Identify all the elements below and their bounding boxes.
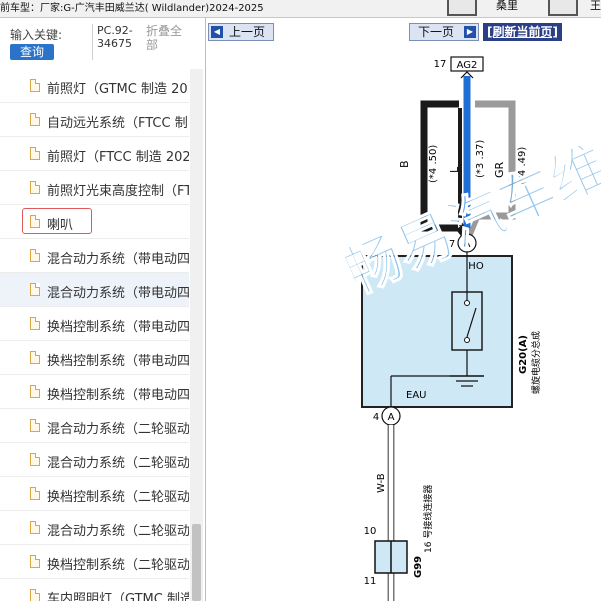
pin-17-label: 17: [434, 59, 447, 70]
pin-11-label: 11: [364, 576, 377, 587]
terminal-ho: HO: [468, 261, 484, 272]
tree-item[interactable]: 混合动力系统（带电动四: [0, 239, 189, 273]
tree-item-label: 混合动力系统（二轮驱动: [47, 422, 189, 437]
document-icon: [30, 283, 40, 296]
document-icon: [30, 521, 40, 534]
tree-item[interactable]: 换档控制系统（带电动四: [0, 375, 189, 409]
splice-a-bottom-label: A: [388, 412, 395, 423]
left-panel: 输入关键: 查询 PC.92-34675 折叠全部 前照灯（GTMC 制造 20…: [0, 18, 206, 601]
document-icon: [30, 249, 40, 262]
switch-contact-top: [464, 300, 470, 306]
tree-item-label: 前照灯（GTMC 制造 20: [47, 82, 188, 97]
document-icon: [30, 147, 40, 160]
component-name: 螺旋电缆分总成: [530, 331, 542, 394]
tree-item-label: 换档控制系统（带电动四: [47, 320, 189, 335]
document-icon: [30, 351, 40, 364]
arrow-left-icon: ◀: [211, 26, 223, 38]
document-icon: [30, 181, 40, 194]
tree-item-label: 混合动力系统（带电动四: [47, 286, 189, 301]
search-button[interactable]: 查询: [10, 44, 54, 60]
tree-item[interactable]: 自动远光系统（FTCC 制: [0, 103, 189, 137]
tree-item[interactable]: 换档控制系统（带电动四: [0, 341, 189, 375]
connector-g99-label: G99: [413, 556, 424, 578]
tree-item-label: 混合动力系统（带电动四: [47, 252, 189, 267]
next-page-button[interactable]: 下一页 ▶: [409, 23, 479, 41]
tree-item[interactable]: 换档控制系统（二轮驱动: [0, 477, 189, 511]
toolbar-button-2[interactable]: [548, 0, 578, 16]
document-icon: [30, 487, 40, 500]
tree-item-label: 换档控制系统（二轮驱动: [47, 490, 189, 505]
tree-item[interactable]: 前照灯（FTCC 制造 202: [0, 137, 189, 171]
tree-item[interactable]: 车内照明灯（GTMC 制造: [0, 579, 189, 601]
tree-item[interactable]: 混合动力系统（二轮驱动: [0, 409, 189, 443]
prev-page-label: 上一页: [229, 25, 266, 39]
toolbar-label-2[interactable]: 王: [590, 0, 601, 14]
toolbar-button-1[interactable]: [447, 0, 477, 16]
diagram-panel: AG2 17 B (*4 .50) L (*3 .37) GR (*4 .49)…: [206, 18, 601, 601]
terminal-eau: EAU: [406, 390, 426, 401]
tree-item-label: 前照灯光束高度控制（FT: [47, 184, 189, 199]
document-icon: [30, 453, 40, 466]
document-icon: [30, 79, 40, 92]
tree-list: 前照灯（GTMC 制造 20 自动远光系统（FTCC 制前照灯（FTCC 制造 2…: [0, 69, 189, 601]
tree-item[interactable]: 前照灯（GTMC 制造 20: [0, 69, 189, 103]
refresh-page-button[interactable]: [刷新当前页]: [483, 23, 562, 41]
wire-label-l: L: [448, 166, 461, 173]
scroll-thumb[interactable]: [192, 524, 201, 601]
component-code: G20(A): [518, 335, 529, 374]
document-icon: [30, 555, 40, 568]
document-icon: [30, 317, 40, 330]
scrollbar[interactable]: [190, 69, 203, 601]
connector-ag2-label: AG2: [457, 60, 478, 71]
next-page-label: 下一页: [418, 25, 455, 39]
pin-4-label: 4: [373, 412, 379, 423]
top-bar: 前车型：厂家:G-广汽丰田威兰达( Wildlander)2024-2025 桑…: [0, 0, 601, 18]
tree-item[interactable]: 混合动力系统（二轮驱动: [0, 443, 189, 477]
tree-item-label: 换档控制系统（带电动四: [47, 354, 189, 369]
document-icon: [30, 589, 40, 601]
connector-note: 16 号接线连接器: [422, 485, 434, 553]
tree-item[interactable]: 喇叭: [0, 205, 189, 239]
document-icon: [30, 113, 40, 126]
collapse-all-button[interactable]: 折叠全部: [146, 24, 188, 52]
code-value: PC.92-34675: [92, 24, 147, 60]
wire-code-left: (*4 .50): [428, 145, 439, 183]
search-area: 输入关键: 查询 PC.92-34675 折叠全部: [0, 18, 205, 66]
tree-item[interactable]: 换档控制系统（带电动四: [0, 307, 189, 341]
wire-label-b: B: [398, 160, 411, 168]
wire-code-mid: (*3 .37): [475, 140, 486, 178]
tree-item-label: 换档控制系统（带电动四: [47, 388, 189, 403]
vehicle-title: 前车型：厂家:G-广汽丰田威兰达( Wildlander)2024-2025: [0, 3, 264, 14]
tree-item-label: 自动远光系统（FTCC 制: [47, 116, 188, 131]
switch-contact-bottom: [464, 337, 470, 343]
toolbar-label-1[interactable]: 桑里: [496, 0, 518, 14]
pin-10-label: 10: [364, 526, 377, 537]
document-icon: [30, 419, 40, 432]
selected-highlight: [22, 208, 92, 234]
tree-item-label: 混合动力系统（二轮驱动: [47, 456, 189, 471]
tree-item-label: 换档控制系统（二轮驱动: [47, 558, 189, 573]
arrow-right-icon: ▶: [464, 26, 476, 38]
tree-item[interactable]: 混合动力系统（带电动四: [0, 273, 189, 307]
tree-item[interactable]: 前照灯光束高度控制（FT: [0, 171, 189, 205]
tree-item-label: 混合动力系统（二轮驱动: [47, 524, 189, 539]
tree-item-label: 前照灯（FTCC 制造 202: [47, 150, 189, 165]
document-icon: [30, 385, 40, 398]
wire-label-wb: W-B: [376, 473, 387, 493]
tree-item-label: 车内照明灯（GTMC 制造: [47, 592, 189, 601]
search-label: 输入关键:: [10, 28, 63, 42]
tree-item[interactable]: 换档控制系统（二轮驱动: [0, 545, 189, 579]
prev-page-button[interactable]: ◀ 上一页: [208, 23, 274, 41]
wiring-diagram: AG2 17 B (*4 .50) L (*3 .37) GR (*4 .49)…: [335, 56, 601, 601]
tree-item[interactable]: 混合动力系统（二轮驱动: [0, 511, 189, 545]
